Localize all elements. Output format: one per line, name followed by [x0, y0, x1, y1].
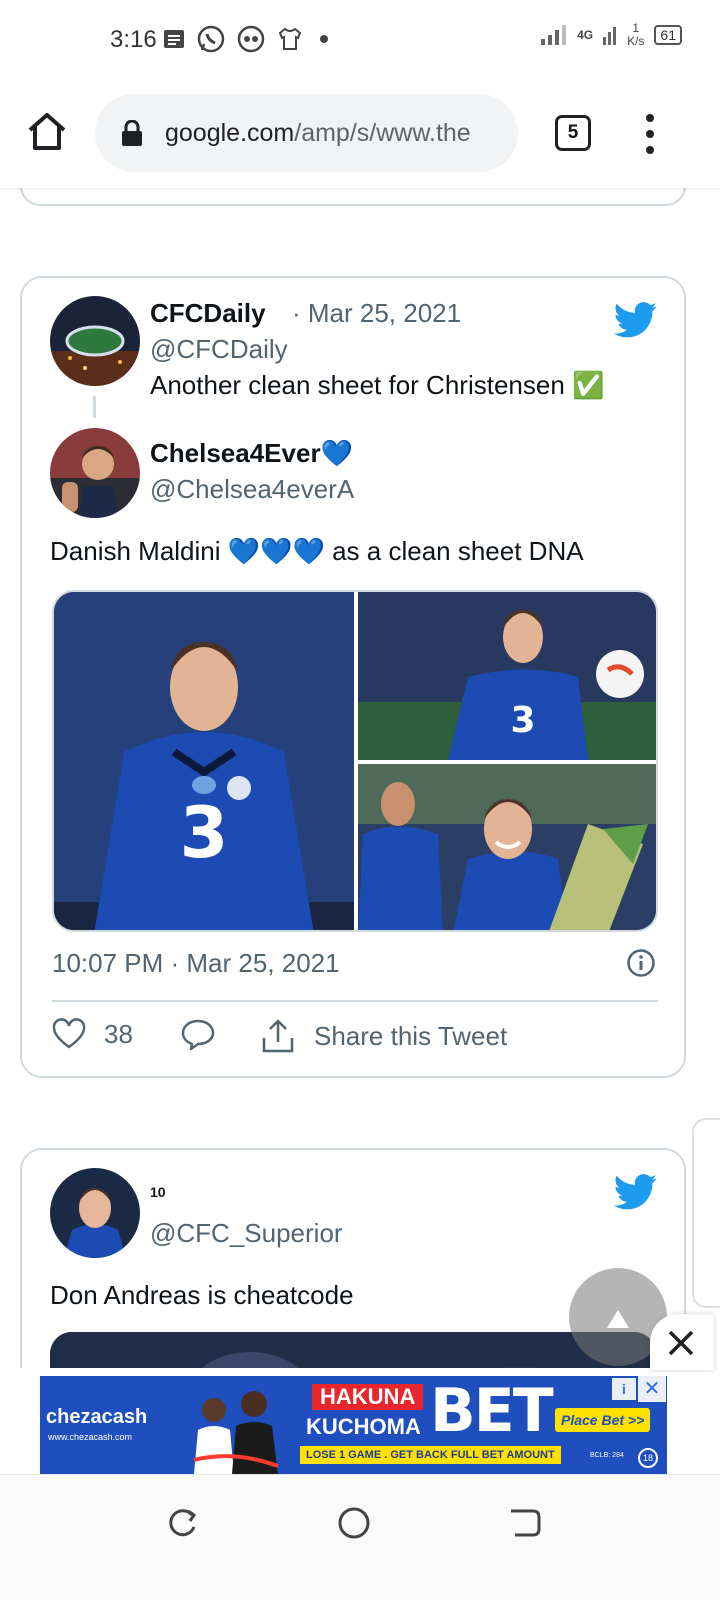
media-image-2[interactable]: 3: [358, 592, 656, 760]
tweet-divider: [52, 1000, 658, 1002]
game-icon: [236, 24, 266, 59]
media-image-3[interactable]: [358, 764, 656, 930]
whatsapp-icon: [196, 24, 226, 59]
twitter-bird-icon[interactable]: [614, 302, 658, 338]
author-name[interactable]: Chelsea4Ever💙: [150, 438, 353, 469]
info-icon[interactable]: [626, 948, 656, 978]
url-text: google.com/amp/s/www.the: [165, 118, 471, 147]
player-photo-1: 3: [54, 592, 354, 930]
ad-close-icon[interactable]: ✕: [638, 1376, 666, 1402]
close-ad-button[interactable]: [650, 1314, 714, 1370]
ad-area: chezacash www.chezacash.com HAKUNA KUCHO…: [0, 1368, 720, 1474]
author-handle[interactable]: @Chelsea4everA: [150, 474, 354, 505]
ad-brand-url: www.chezacash.com: [48, 1432, 133, 1442]
system-nav-bar: [0, 1474, 720, 1600]
share-label: Share this Tweet: [314, 1020, 508, 1051]
notification-icons: [162, 24, 334, 59]
avatar-cfc-superior[interactable]: [50, 1168, 140, 1258]
network-type: 4G: [577, 28, 594, 42]
side-panel-tab[interactable]: [692, 1118, 720, 1308]
player-photo-3: [358, 764, 656, 930]
signal-icon-2: [603, 23, 617, 48]
author-name[interactable]: 10: [150, 1184, 166, 1200]
reply-button[interactable]: [180, 1018, 216, 1052]
home-button[interactable]: [26, 110, 68, 154]
quoted-tweet-date[interactable]: · Mar 25, 2021: [292, 298, 461, 329]
quoted-author-handle[interactable]: @CFCDaily: [150, 334, 288, 365]
back-icon: [511, 1509, 541, 1537]
status-bar: 3:16 4G 1 K/s 61: [0, 0, 720, 80]
message-icon: [162, 27, 186, 56]
recents-button[interactable]: [162, 1503, 202, 1543]
tweet-card[interactable]: CFCDaily · Mar 25, 2021 @CFCDaily Anothe…: [20, 276, 686, 1078]
quoted-tweet-text: Another clean sheet for Christensen ✅: [150, 370, 605, 400]
ad-big-word: BET: [430, 1376, 554, 1446]
tweet-text: Don Andreas is cheatcode: [50, 1280, 354, 1310]
more-menu-button[interactable]: [640, 114, 660, 154]
ad-brand: chezacash: [46, 1406, 148, 1428]
media-image-1[interactable]: 3: [54, 592, 354, 930]
ad-headline-1: HAKUNA: [312, 1384, 424, 1410]
status-right: 4G 1 K/s 61: [541, 22, 682, 48]
recents-icon: [169, 1509, 197, 1537]
tweet-media-grid[interactable]: 3 3: [52, 590, 658, 932]
quoted-author-name[interactable]: CFCDaily: [150, 298, 266, 329]
share-icon: [262, 1019, 294, 1053]
twitter-bird-icon[interactable]: [614, 1174, 658, 1210]
like-count: 38: [104, 1018, 133, 1049]
player-avatar-image: [50, 1168, 140, 1258]
tab-switcher-button[interactable]: 5: [555, 115, 591, 151]
home-icon: [28, 113, 66, 150]
shirt-icon: [276, 25, 304, 58]
author-handle[interactable]: @CFC_Superior: [150, 1218, 343, 1249]
ad-banner[interactable]: chezacash www.chezacash.com HAKUNA KUCHO…: [40, 1376, 667, 1474]
ad-people-image: [193, 1391, 279, 1474]
blue-heart-icon: 💙: [320, 438, 353, 468]
browser-toolbar: google.com/amp/s/www.the 5: [0, 80, 720, 188]
ad-headline-2: KUCHOMA: [306, 1414, 421, 1439]
ad-license: BCLB: 284: [590, 1452, 624, 1459]
battery-icon: 61: [654, 25, 682, 45]
status-time: 3:16: [110, 26, 157, 53]
share-button[interactable]: Share this Tweet: [260, 1018, 507, 1054]
back-button[interactable]: [505, 1503, 545, 1543]
data-speed: 1 K/s: [627, 21, 645, 48]
ad-cta-button[interactable]: Place Bet >>: [555, 1408, 651, 1432]
svg-text:3: 3: [180, 792, 229, 874]
home-nav-button[interactable]: [334, 1503, 374, 1543]
player-photo-2: 3: [358, 592, 656, 760]
ad-info-icon[interactable]: i: [612, 1378, 636, 1400]
dot-icon: [314, 29, 334, 54]
reply-icon: [181, 1019, 215, 1051]
ad-offer-strip: LOSE 1 GAME . GET BACK FULL BET AMOUNT: [300, 1446, 561, 1464]
address-bar[interactable]: google.com/amp/s/www.the: [95, 94, 518, 172]
avatar-cfcdaily[interactable]: [50, 296, 140, 386]
stadium-avatar-image: [50, 296, 140, 386]
tweet-timestamp[interactable]: 10:07 PM · Mar 25, 2021: [52, 948, 340, 979]
player-avatar-image: [50, 428, 140, 518]
ad-age-badge: 18: [638, 1448, 658, 1468]
avatar-chelsea4ever[interactable]: [50, 428, 140, 518]
close-icon: [668, 1330, 694, 1356]
lock-icon: [122, 120, 142, 146]
tweet-text: Danish Maldini 💙💙💙 as a clean sheet DNA: [50, 536, 584, 566]
signal-icon: [541, 23, 567, 48]
circle-home-icon: [338, 1507, 370, 1539]
svg-text:3: 3: [510, 700, 535, 741]
like-button[interactable]: 38: [52, 1018, 133, 1050]
thread-line: [93, 396, 96, 418]
heart-icon: [52, 1018, 86, 1049]
